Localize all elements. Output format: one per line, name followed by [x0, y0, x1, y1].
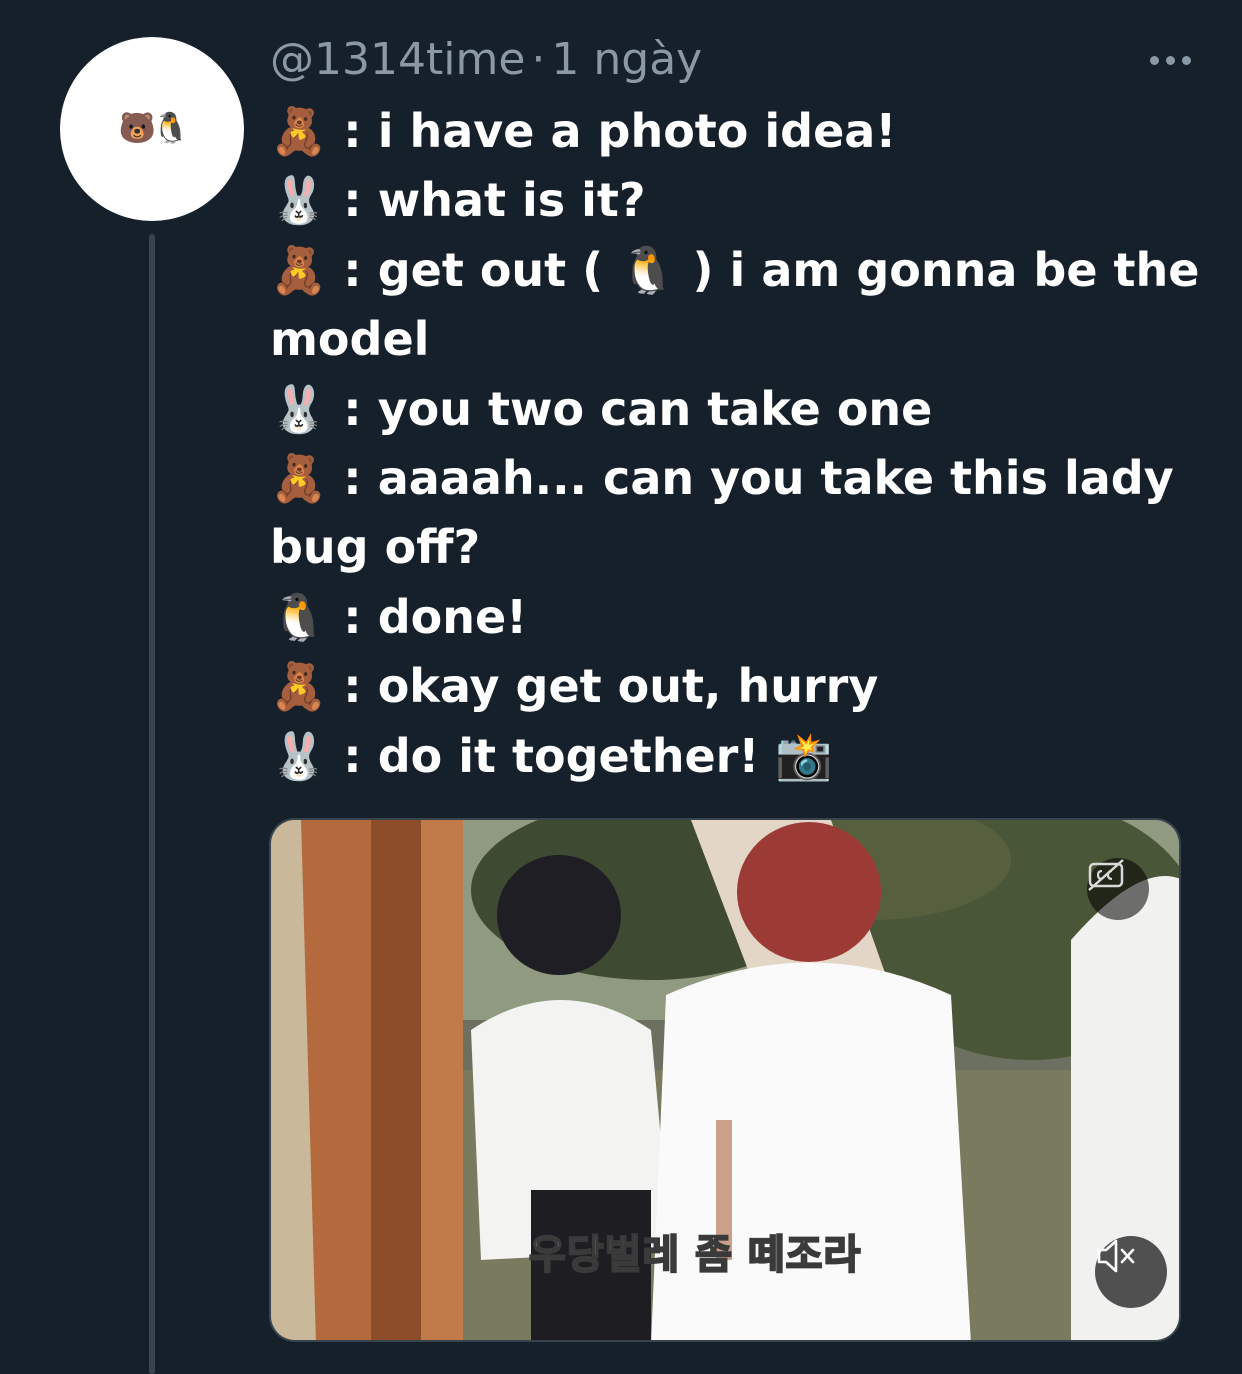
tweet-line: bug off?	[270, 520, 481, 575]
tweet-line: 🧸 : get out ( 🐧 ) i am gonna be the	[270, 242, 1200, 297]
mute-toggle-button[interactable]	[1095, 1236, 1167, 1308]
closed-captions-button[interactable]	[1087, 858, 1149, 920]
more-dot-icon	[1181, 55, 1191, 65]
tweet-line: 🐰 : what is it?	[270, 173, 646, 228]
more-options-button[interactable]	[1128, 38, 1212, 82]
tweet-line: 🧸 : aaaah... can you take this lady	[270, 451, 1174, 506]
video-player[interactable]: 우당벌레 좀 떼조라	[269, 818, 1181, 1342]
user-handle[interactable]: @1314time	[270, 34, 525, 85]
thread-connector-line	[149, 234, 155, 1374]
tweet-text: 🧸 : i have a photo idea! 🐰 : what is it?…	[270, 97, 1200, 791]
more-dot-icon	[1149, 55, 1159, 65]
tweet-line: 🐧 : done!	[270, 589, 528, 644]
video-subtitle: 우당벌레 좀 떼조라	[528, 1231, 862, 1279]
tweet-line: 🧸 : i have a photo idea!	[270, 104, 897, 158]
tweet-line: 🐰 : do it together! 📸	[270, 728, 833, 783]
tweet-timestamp[interactable]: 1 ngày	[551, 34, 702, 85]
tweet-line: 🧸 : okay get out, hurry	[270, 659, 879, 714]
avatar-image: 🐻🐧	[118, 111, 190, 146]
more-dot-icon	[1165, 55, 1175, 65]
volume-muted-icon	[1097, 1239, 1135, 1273]
tweet-header: @1314time · 1 ngày	[270, 30, 702, 90]
meta-separator: ·	[531, 34, 546, 85]
closed-captions-off-icon	[1088, 859, 1124, 891]
avatar[interactable]: 🐻🐧	[60, 37, 244, 221]
tweet-line: 🐰 : you two can take one	[270, 381, 933, 436]
tweet-line: model	[270, 312, 430, 367]
